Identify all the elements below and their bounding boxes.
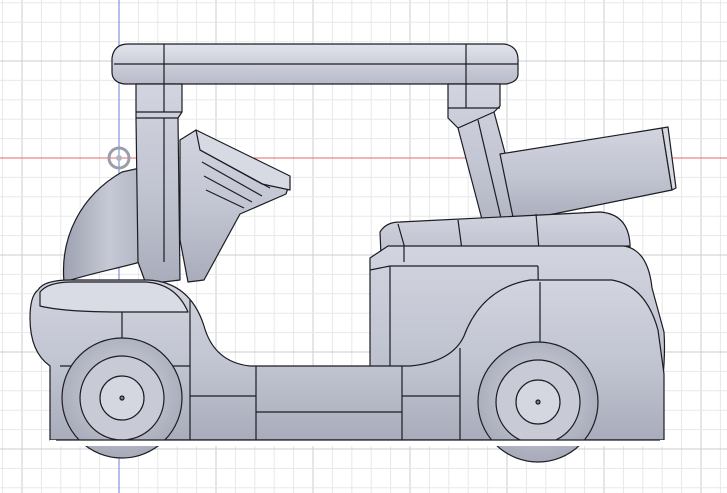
front-pillar[interactable]	[135, 83, 183, 285]
golf-cart-model[interactable]	[29, 43, 677, 463]
canvas[interactable]	[0, 0, 727, 493]
golf-bag[interactable]	[499, 127, 673, 223]
rear-fender[interactable]	[62, 167, 141, 283]
ground-mask	[50, 440, 670, 446]
front-bumper[interactable]	[39, 281, 189, 313]
3d-viewport[interactable]	[0, 0, 727, 493]
